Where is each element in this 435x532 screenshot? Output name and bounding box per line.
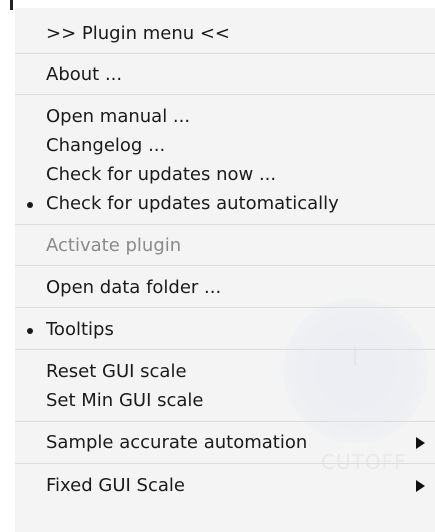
submenu-arrow-icon (416, 480, 425, 492)
menu-item-check-updates-auto-label: Check for updates automatically (46, 193, 339, 214)
menu-item-changelog-label: Changelog ... (46, 135, 166, 156)
menu-item-activate-plugin: Activate plugin (15, 232, 435, 260)
menu-item-sample-accurate-automation[interactable]: Sample accurate automation (15, 429, 435, 457)
menu-item-check-updates-now[interactable]: Check for updates now ... (15, 161, 435, 189)
menu-item-check-updates-now-label: Check for updates now ... (46, 164, 277, 185)
menu-separator (15, 421, 435, 422)
menu-separator (15, 224, 435, 225)
menu-item-check-updates-auto[interactable]: Check for updates automatically (15, 190, 435, 218)
menu-item-fixed-gui-scale[interactable]: Fixed GUI Scale (15, 472, 435, 500)
menu-header: >> Plugin menu << (15, 20, 435, 48)
menu-item-set-min-gui-scale[interactable]: Set Min GUI scale (15, 387, 435, 415)
menu-item-about[interactable]: About ... (15, 61, 435, 89)
menu-item-activate-plugin-label: Activate plugin (46, 235, 182, 256)
menu-separator (15, 53, 435, 54)
menu-item-tooltips[interactable]: Tooltips (15, 316, 435, 344)
menu-separator (15, 94, 435, 95)
menu-separator (15, 307, 435, 308)
window-corner-mark (10, 0, 13, 10)
menu-item-changelog[interactable]: Changelog ... (15, 132, 435, 160)
menu-header-label: >> Plugin menu << (46, 23, 231, 44)
menu-item-open-manual[interactable]: Open manual ... (15, 103, 435, 131)
menu-item-tooltips-label: Tooltips (46, 319, 114, 340)
menu-item-about-label: About ... (46, 64, 123, 85)
menu-separator (15, 265, 435, 266)
submenu-arrow-icon (416, 437, 425, 449)
menu-item-reset-gui-scale[interactable]: Reset GUI scale (15, 358, 435, 386)
menu-item-set-min-gui-scale-label: Set Min GUI scale (46, 390, 204, 411)
menu-item-reset-gui-scale-label: Reset GUI scale (46, 361, 187, 382)
menu-separator (15, 349, 435, 350)
plugin-context-menu: CUTOFF >> Plugin menu << About ... Open … (15, 8, 435, 532)
menu-item-open-manual-label: Open manual ... (46, 106, 191, 127)
menu-separator (15, 463, 435, 464)
menu-item-open-data-folder-label: Open data folder ... (46, 277, 222, 298)
page: CUTOFF >> Plugin menu << About ... Open … (0, 0, 435, 532)
menu-item-fixed-gui-scale-label: Fixed GUI Scale (46, 475, 185, 496)
menu-item-open-data-folder[interactable]: Open data folder ... (15, 274, 435, 302)
menu-item-sample-accurate-automation-label: Sample accurate automation (46, 432, 308, 453)
checked-bullet-icon (27, 328, 33, 334)
checked-bullet-icon (27, 202, 33, 208)
